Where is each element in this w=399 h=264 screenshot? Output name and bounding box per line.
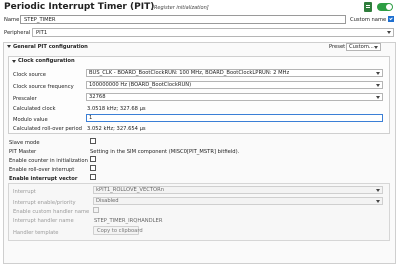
name-value: STEP_TIMER bbox=[24, 17, 56, 23]
peripheral-select[interactable]: PIT1 bbox=[32, 28, 394, 37]
general-section-header[interactable]: General PIT configuration Preset Custom.… bbox=[3, 42, 396, 53]
slave-mode-label: Slave mode bbox=[9, 140, 40, 146]
clock-frequency-label: Clock source frequency bbox=[13, 84, 74, 90]
pit-master-label: PIT Master bbox=[9, 149, 37, 155]
prescaler-value: 32768 bbox=[89, 94, 106, 100]
modulo-input[interactable]: 1 bbox=[86, 114, 383, 122]
rollover-period-value: 3.052 kHz; 327.654 µs bbox=[87, 126, 146, 132]
interrupt-value: kPIT1_ROLLOVE_VECTORn bbox=[96, 187, 165, 193]
name-input[interactable]: STEP_TIMER bbox=[20, 15, 346, 24]
custom-name-label: Custom name bbox=[350, 17, 387, 23]
prescaler-select[interactable]: 32768 bbox=[86, 93, 383, 101]
enable-vector-checkbox[interactable] bbox=[90, 174, 96, 180]
handler-name-label: Interrupt handler name bbox=[13, 218, 74, 224]
modulo-label: Modulo value bbox=[13, 117, 48, 123]
clock-source-value: BUS_CLK - BOARD_BootClockRUN: 100 MHz, B… bbox=[89, 70, 290, 76]
custom-handler-checkbox[interactable] bbox=[93, 207, 99, 213]
general-section-label: General PIT configuration bbox=[13, 44, 88, 50]
clock-frequency-select[interactable]: 100000000 Hz (BOARD_BootClockRUN) bbox=[86, 81, 383, 89]
custom-name-checkbox[interactable] bbox=[388, 16, 394, 22]
handler-template-label: Handler template bbox=[13, 230, 59, 236]
collapse-icon[interactable] bbox=[7, 45, 11, 48]
clock-section-header[interactable]: Clock configuration bbox=[9, 57, 389, 66]
enable-toggle[interactable] bbox=[377, 3, 393, 11]
clock-source-label: Clock source bbox=[13, 72, 46, 78]
preset-select[interactable]: Custom... bbox=[346, 43, 381, 51]
page-title: Periodic Interrupt Timer (PIT) bbox=[4, 2, 155, 12]
name-label: Name bbox=[4, 17, 20, 23]
collapse-icon[interactable] bbox=[12, 60, 16, 63]
preset-value: Custom... bbox=[349, 44, 374, 50]
prescaler-label: Prescaler bbox=[13, 96, 37, 102]
enable-rollover-checkbox[interactable] bbox=[90, 165, 96, 171]
enable-counter-checkbox[interactable] bbox=[90, 156, 96, 162]
enable-vector-label: Enable interrupt vector bbox=[9, 176, 78, 182]
calculated-clock-label: Calculated clock bbox=[13, 106, 56, 112]
handler-name-value: STEP_TIMER_IRQHANDLER bbox=[94, 218, 163, 224]
doc-icon[interactable] bbox=[364, 2, 372, 12]
rollover-period-label: Calculated roll-over period bbox=[13, 126, 82, 132]
calculated-clock-value: 3.0518 kHz; 327.68 µs bbox=[87, 106, 146, 112]
clock-source-select[interactable]: BUS_CLK - BOARD_BootClockRUN: 100 MHz, B… bbox=[86, 69, 383, 77]
pit-master-value: Setting in the SIM component (MISC0[PIT_… bbox=[90, 149, 240, 155]
interrupt-select[interactable]: kPIT1_ROLLOVE_VECTORn bbox=[93, 186, 383, 194]
priority-select[interactable]: Disabled bbox=[93, 197, 383, 205]
enable-counter-label: Enable counter in initialization bbox=[9, 158, 88, 164]
peripheral-label: Peripheral bbox=[4, 30, 31, 36]
modulo-value: 1 bbox=[89, 115, 93, 121]
copy-button-label: Copy to clipboard bbox=[97, 228, 143, 234]
page-subtitle: [Register initialization] bbox=[152, 5, 209, 11]
slave-mode-checkbox[interactable] bbox=[90, 138, 96, 144]
custom-handler-label: Enable custom handler name bbox=[13, 209, 90, 215]
clock-frequency-value: 100000000 Hz (BOARD_BootClockRUN) bbox=[89, 82, 192, 88]
peripheral-value: PIT1 bbox=[36, 30, 48, 36]
priority-label: Interrupt enable/priority bbox=[13, 200, 76, 206]
preset-label: Preset bbox=[329, 44, 346, 50]
clock-section-label: Clock configuration bbox=[18, 58, 75, 64]
interrupt-label: Interrupt bbox=[13, 189, 36, 195]
copy-to-clipboard-button[interactable]: Copy to clipboard bbox=[93, 226, 143, 235]
priority-value: Disabled bbox=[96, 198, 119, 204]
enable-rollover-label: Enable roll-over interrupt bbox=[9, 167, 75, 173]
